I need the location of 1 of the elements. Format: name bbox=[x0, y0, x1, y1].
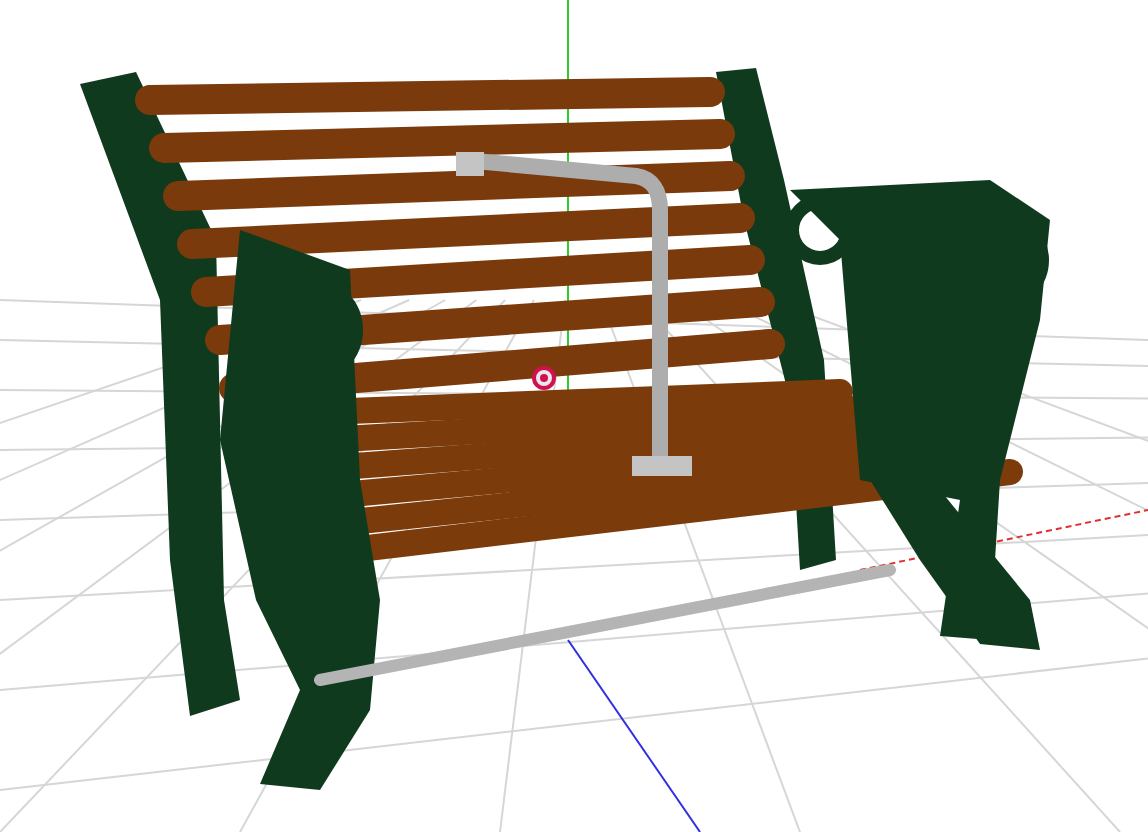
pivot-marker-icon bbox=[532, 366, 556, 390]
